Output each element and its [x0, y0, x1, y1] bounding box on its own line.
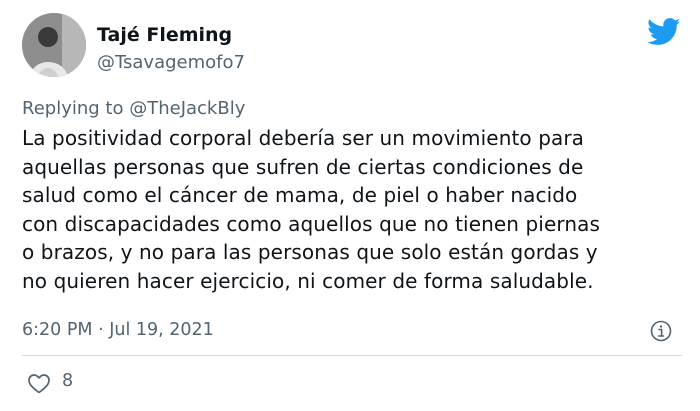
- tweet-timestamp[interactable]: 6:20 PM · Jul 19, 2021: [22, 320, 214, 340]
- author-handle[interactable]: @Tsavagemofo7: [97, 52, 245, 73]
- heart-icon[interactable]: [27, 372, 51, 394]
- like-count: 8: [62, 371, 74, 391]
- replying-to: Replying to @TheJackBly: [22, 98, 245, 119]
- tweet-text: La positividad corporal debería ser un m…: [22, 126, 600, 293]
- twitter-bird-icon[interactable]: [647, 18, 681, 46]
- replying-prefix: Replying to: [22, 98, 124, 119]
- replying-mention-link[interactable]: @TheJackBly: [129, 98, 245, 119]
- author-name[interactable]: Tajé Fleming: [97, 24, 232, 46]
- avatar-image: [22, 13, 86, 77]
- divider: [22, 355, 682, 356]
- tweet-card: Tajé Fleming @Tsavagemofo7 Replying to @…: [0, 0, 700, 411]
- avatar[interactable]: [22, 13, 86, 77]
- info-icon[interactable]: [650, 320, 672, 342]
